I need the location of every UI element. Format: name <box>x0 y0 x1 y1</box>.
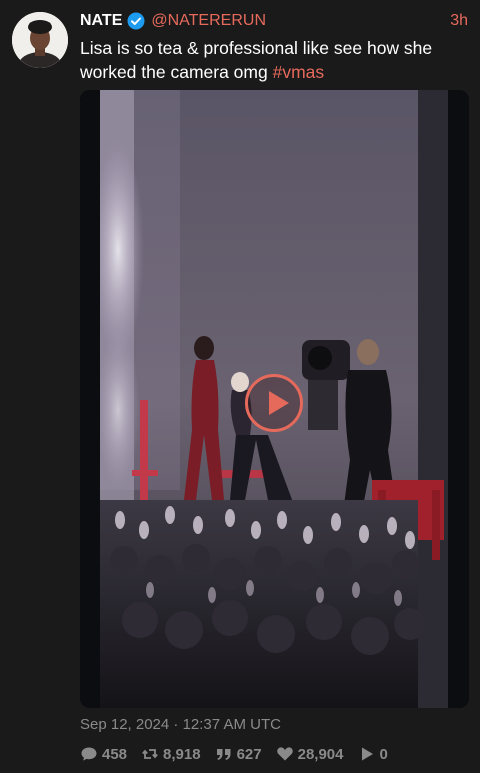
quote-count: 627 <box>236 745 262 763</box>
video-player[interactable] <box>80 90 469 708</box>
quote-icon <box>216 749 231 760</box>
quote-stat[interactable]: 627 <box>215 745 262 763</box>
tweet-stats: 458 8,918 627 28,904 0 <box>80 742 402 766</box>
comment-count: 458 <box>102 745 128 763</box>
comment-stat[interactable]: 458 <box>80 745 127 763</box>
play-count: 0 <box>379 745 388 763</box>
comment-icon <box>81 747 97 761</box>
tweet-text: Lisa is so tea & professional like see h… <box>80 36 472 84</box>
user-handle[interactable]: @NATERERUN <box>151 12 266 30</box>
heart-icon <box>276 747 293 761</box>
verified-badge-icon <box>127 12 145 30</box>
avatar[interactable] <box>12 12 68 68</box>
display-name[interactable]: NATE <box>80 12 122 30</box>
retweet-icon <box>142 749 158 759</box>
play-button[interactable] <box>245 374 303 432</box>
views-stat[interactable]: 0 <box>358 745 388 763</box>
tweet-header: NATE @NATERERUN 3h <box>80 10 468 32</box>
play-count-icon <box>361 747 373 761</box>
hashtag-link[interactable]: #vmas <box>273 62 325 82</box>
avatar-image <box>12 12 68 68</box>
like-count: 28,904 <box>297 745 344 763</box>
retweet-count: 8,918 <box>163 745 201 763</box>
time-ago[interactable]: 3h <box>450 12 468 30</box>
tweet-body: Lisa is so tea & professional like see h… <box>80 38 433 82</box>
retweet-stat[interactable]: 8,918 <box>141 745 201 763</box>
tweet-timestamp[interactable]: Sep 12, 2024 · 12:37 AM UTC <box>80 716 281 733</box>
like-stat[interactable]: 28,904 <box>276 745 344 763</box>
